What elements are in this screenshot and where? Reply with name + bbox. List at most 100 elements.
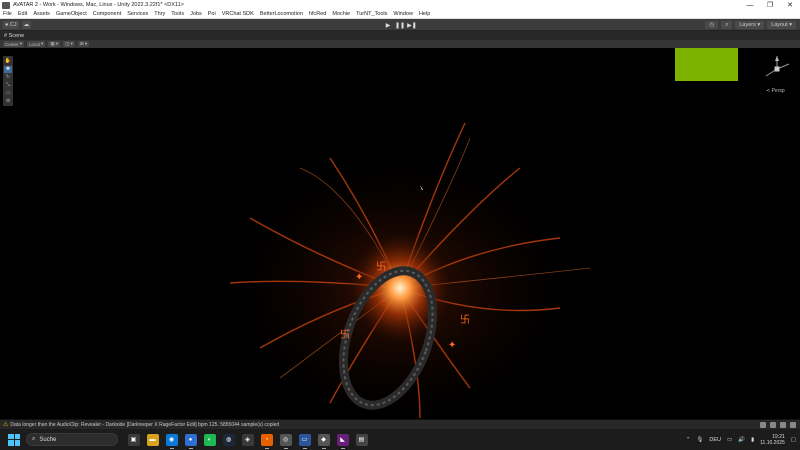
cloud-icon: ☁ — [23, 21, 30, 28]
obs-app-icon[interactable]: ◎ — [279, 433, 292, 449]
account-button[interactable]: ● CJ — [3, 20, 19, 29]
snap-increment-button[interactable]: ◫ ▾ — [63, 41, 75, 47]
cloud-button[interactable]: ☁ — [21, 20, 32, 29]
snap-icon: ◫ ▾ — [65, 41, 73, 46]
svg-text:✦: ✦ — [448, 340, 456, 351]
taskbar-search-box[interactable]: ⌕ Suche — [26, 433, 118, 446]
green-overlay-panel — [675, 48, 738, 81]
close-button[interactable]: ✕ — [780, 0, 800, 10]
status-icon-b[interactable] — [770, 422, 776, 428]
maximize-button[interactable]: ❐ — [760, 0, 780, 10]
layers-label: Layers — [739, 22, 756, 28]
menu-jobs[interactable]: Jobs — [190, 11, 202, 17]
notification-icon[interactable]: ▢ — [791, 437, 796, 443]
menu-component[interactable]: Component — [93, 11, 121, 17]
language-indicator[interactable]: DEU — [709, 437, 721, 443]
persp-label[interactable]: ≺ Persp — [766, 88, 785, 94]
menu-poi[interactable]: Poi — [208, 11, 216, 17]
svg-text:卐: 卐 — [376, 261, 386, 273]
layout-dropdown[interactable]: Layout ▾ — [767, 21, 796, 29]
particle-effect: 卐 ✦ 卐 卐 ✦ — [220, 122, 591, 419]
clock-date: 11.10.2025 — [760, 439, 785, 446]
history-icon: ◷ — [709, 22, 715, 28]
tray-overflow-icon[interactable]: ⌃ — [686, 437, 691, 443]
tab-scene[interactable]: Scene — [9, 33, 25, 39]
unity-hub-app-icon[interactable]: ◈ — [241, 433, 254, 446]
tab-scene-icon: # — [4, 32, 9, 39]
space-label: Local — [29, 41, 40, 47]
menu-edit[interactable]: Edit — [18, 11, 27, 17]
menu-window[interactable]: Window — [393, 11, 413, 17]
scale-tool-icon[interactable]: ⤡ — [4, 82, 12, 89]
file-explorer-icon[interactable]: ▬ — [146, 433, 159, 446]
taskbar-clock[interactable]: 19:21 11.10.2025 — [760, 434, 785, 446]
menu-tools[interactable]: Tools — [171, 11, 184, 17]
messenger-app-icon[interactable]: ◉ — [165, 433, 178, 449]
view-options-button[interactable]: ⊞ ▾ — [77, 41, 90, 47]
spotify-app-icon[interactable]: ◐ — [203, 433, 216, 446]
volume-icon[interactable]: 🔊 — [738, 437, 745, 443]
discord-app-icon[interactable]: ● — [184, 433, 197, 449]
transform-tool-icon[interactable]: ⊕ — [4, 98, 12, 105]
search-placeholder: Suche — [39, 436, 57, 443]
hand-tool-icon[interactable]: ✋ — [4, 58, 12, 65]
network-icon[interactable]: ▭ — [727, 437, 732, 443]
step-button[interactable]: ▶❚ — [406, 21, 418, 29]
visual-studio-app-icon[interactable]: ◣ — [336, 433, 349, 449]
console-status-message[interactable]: Data longer than the AudioClip: Revealer… — [10, 422, 279, 428]
extra-app-icon[interactable]: ▤ — [355, 433, 368, 446]
grid-icon: ▦ ▾ — [50, 41, 59, 46]
toolbar-right: ◷ ⌕ Layers ▾ Layout ▾ — [705, 21, 796, 29]
windows-taskbar: ⌕ Suche ▣ ▬ ◉ ● ◐ ◍ ◈ ◔ ◎ ▭ ◆ ◣ ▤ ⌃ 🎙 DE… — [0, 429, 800, 450]
menu-mochie[interactable]: Mochie — [332, 11, 350, 17]
pivot-dropdown[interactable]: Center ▾ — [3, 41, 25, 47]
windows-start-icon[interactable] — [8, 433, 20, 446]
unity-logo-icon — [2, 1, 10, 9]
firefox-app-icon[interactable]: ◔ — [260, 433, 273, 449]
svg-text:✦: ✦ — [355, 272, 363, 283]
monitor-app-icon[interactable]: ▭ — [298, 433, 311, 449]
unity-editor-app-icon[interactable]: ◆ — [317, 433, 330, 449]
grid-snap-button[interactable]: ▦ ▾ — [48, 41, 61, 47]
battery-icon[interactable]: ▮ — [751, 437, 754, 443]
pause-button[interactable]: ❚❚ — [394, 21, 406, 29]
move-tool-icon[interactable]: ✥ — [4, 65, 12, 73]
menu-thry[interactable]: Thry — [154, 11, 165, 17]
menu-hfcred[interactable]: hfcRed — [309, 11, 326, 17]
scene-toolbar: Center ▾ Local ▾ ▦ ▾ ◫ ▾ ⊞ ▾ — [0, 40, 800, 48]
menu-services[interactable]: Services — [127, 11, 148, 17]
search-icon: ⌕ — [32, 436, 36, 442]
menu-help[interactable]: Help — [419, 11, 430, 17]
menu-gameobject[interactable]: GameObject — [56, 11, 87, 17]
task-view-icon[interactable]: ▣ — [127, 433, 140, 446]
menu-assets[interactable]: Assets — [33, 11, 50, 17]
space-dropdown[interactable]: Local ▾ — [27, 41, 46, 47]
orientation-gizmo-icon[interactable] — [762, 54, 792, 84]
rotate-tool-icon[interactable]: ↻ — [4, 74, 12, 81]
history-button[interactable]: ◷ — [705, 21, 719, 29]
play-button[interactable]: ▶ — [382, 21, 394, 29]
search-button[interactable]: ⌕ — [721, 21, 733, 29]
account-label: CJ — [9, 21, 17, 28]
window-title: AVATAR 2 - Work - Windows, Mac, Linux - … — [13, 2, 184, 8]
rect-tool-icon[interactable]: ▭ — [4, 90, 12, 97]
scene-tab-bar: # Scene — [0, 31, 800, 40]
view-options-icon: ⊞ ▾ — [79, 41, 88, 46]
svg-text:卐: 卐 — [340, 329, 350, 341]
menu-turnt-tools[interactable]: TurNT_Tools — [356, 11, 387, 17]
minimize-button[interactable]: — — [740, 0, 760, 10]
status-icon-c[interactable] — [780, 422, 786, 428]
status-icon-a[interactable] — [760, 422, 766, 428]
status-icons — [760, 422, 796, 428]
scene-viewport[interactable]: 卐 ✦ 卐 卐 ✦ ✋ ✥ ↻ ⤡ ▭ ⊕ ≺ Persp — [0, 48, 800, 419]
menu-betterlocomotion[interactable]: BetterLocomotion — [260, 11, 303, 17]
search-icon: ⌕ — [725, 21, 729, 28]
menu-file[interactable]: File — [3, 11, 12, 17]
status-icon-d[interactable] — [790, 422, 796, 428]
title-bar: AVATAR 2 - Work - Windows, Mac, Linux - … — [0, 0, 800, 10]
microphone-icon[interactable]: 🎙 — [696, 437, 703, 443]
menu-vrchat-sdk[interactable]: VRChat SDK — [222, 11, 254, 17]
taskbar-apps: ▣ ▬ ◉ ● ◐ ◍ ◈ ◔ ◎ ▭ ◆ ◣ ▤ — [124, 433, 371, 449]
steam-app-icon[interactable]: ◍ — [222, 433, 235, 446]
layers-dropdown[interactable]: Layers ▾ — [735, 21, 765, 29]
